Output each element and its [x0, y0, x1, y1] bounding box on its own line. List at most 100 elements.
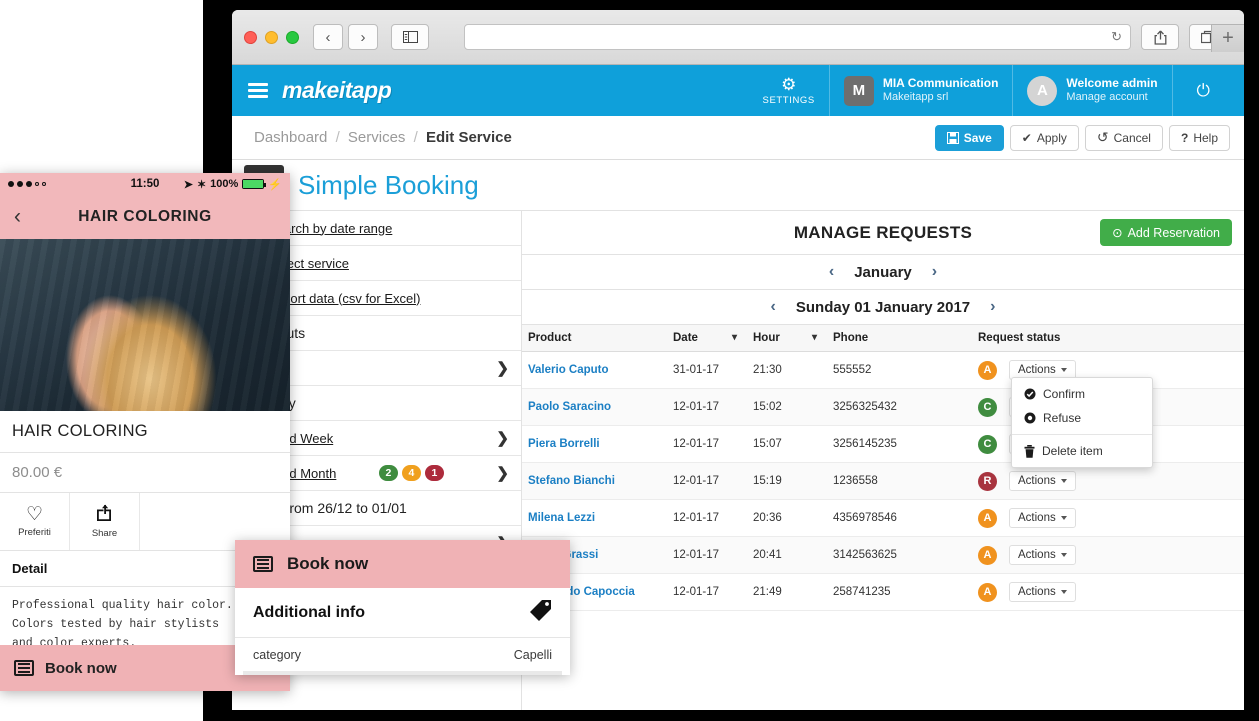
next-day-button[interactable]: ›	[990, 298, 995, 316]
product-hero-image	[0, 239, 290, 411]
minimize-window-icon[interactable]	[265, 31, 278, 44]
back-button[interactable]: ‹	[313, 24, 343, 50]
manage-account-link[interactable]: Manage account	[1066, 91, 1157, 105]
actions-button[interactable]: Actions	[1009, 471, 1076, 491]
actions-button[interactable]: Actions	[1009, 508, 1076, 528]
manage-requests-title: MANAGE REQUESTS	[794, 223, 972, 243]
overlay-bottom-strip	[243, 671, 562, 675]
floppy-disk-icon	[947, 132, 959, 144]
product-link[interactable]: Milena Lezzi	[528, 512, 595, 524]
maximize-window-icon[interactable]	[286, 31, 299, 44]
brand-logo[interactable]: makeitapp	[282, 77, 391, 104]
apply-button[interactable]: ✔ Apply	[1010, 125, 1079, 151]
additional-info-row-category: category Capelli	[235, 638, 570, 671]
sidebar-toggle-button[interactable]	[391, 24, 429, 50]
prev-day-button[interactable]: ‹	[771, 298, 776, 316]
settings-button[interactable]: ⚙ SETTINGS	[749, 65, 829, 116]
menu-item-confirm[interactable]: Confirm	[1012, 382, 1152, 406]
share-button[interactable]: Share	[70, 493, 140, 550]
actions-dropdown-menu[interactable]: Confirm Refuse	[1011, 377, 1153, 468]
menu-label-confirm: Confirm	[1043, 387, 1085, 401]
badge-confirmed-count: 2	[379, 465, 398, 481]
category-value: Capelli	[514, 648, 552, 662]
window-controls[interactable]	[244, 31, 299, 44]
add-reservation-button[interactable]: ⊙ Add Reservation	[1100, 219, 1232, 246]
table-row[interactable]: Milena Lezzi12-01-1720:364356978546AActi…	[522, 500, 1244, 537]
cell-date: 31-01-17	[667, 352, 747, 389]
screenshot-stage: ‹ › ↻	[0, 0, 1259, 721]
prev-month-button[interactable]: ‹	[829, 263, 834, 281]
cell-phone: 555552	[827, 352, 972, 389]
background-sheet-bottom-left	[0, 690, 203, 721]
address-bar[interactable]: ↻	[464, 24, 1131, 50]
sort-descending-icon[interactable]: ▾	[732, 332, 737, 343]
breadcrumb-dashboard[interactable]: Dashboard	[254, 129, 327, 146]
status-badge: A	[978, 583, 997, 602]
column-header-product[interactable]: Product	[522, 325, 667, 352]
apply-label: Apply	[1037, 131, 1067, 145]
menu-label-refuse: Refuse	[1043, 411, 1081, 425]
hamburger-menu-icon[interactable]	[248, 83, 268, 98]
battery-icon	[242, 179, 264, 189]
help-button[interactable]: ? Help	[1169, 125, 1230, 151]
favorite-button[interactable]: ♡ Preferiti	[0, 493, 70, 550]
overlay-book-now-button[interactable]: Book now	[235, 540, 570, 588]
product-link[interactable]: Paolo Saracino	[528, 401, 611, 413]
next-month-button[interactable]: ›	[932, 263, 937, 281]
overlay-book-now-label: Book now	[287, 554, 368, 574]
product-link[interactable]: Valerio Caputo	[528, 364, 609, 376]
cell-hour: 15:07	[747, 426, 827, 463]
breadcrumb: Dashboard / Services / Edit Service	[254, 129, 512, 146]
forward-button[interactable]: ›	[348, 24, 378, 50]
save-button[interactable]: Save	[935, 125, 1004, 151]
chevron-down-icon	[1061, 590, 1067, 594]
table-row[interactable]: Leonardo Capoccia12-01-1721:49258741235A…	[522, 574, 1244, 611]
product-price: 80.00 €	[12, 464, 278, 481]
month-navigator: ‹ January ›	[522, 255, 1244, 290]
logout-button[interactable]: ⏻	[1172, 65, 1234, 116]
menu-item-delete[interactable]: Delete item	[1012, 439, 1152, 463]
column-header-hour[interactable]: Hour▾	[747, 325, 827, 352]
cell-product: Stefano Bianchi	[522, 463, 667, 500]
cancel-label: Cancel	[1114, 131, 1151, 145]
table-row[interactable]: Paolo Grassi12-01-1720:413142563625AActi…	[522, 537, 1244, 574]
background-sheet-top-left	[0, 0, 203, 173]
column-label-phone: Phone	[833, 332, 868, 344]
table-row[interactable]: Stefano Bianchi12-01-1715:191236558RActi…	[522, 463, 1244, 500]
cell-phone: 3142563625	[827, 537, 972, 574]
breadcrumb-services[interactable]: Services	[348, 129, 406, 146]
table-header-row: Product Date▾ Hour▾ Phone Request status	[522, 325, 1244, 352]
column-header-date[interactable]: Date▾	[667, 325, 747, 352]
cell-hour: 15:19	[747, 463, 827, 500]
actions-button[interactable]: Actions	[1009, 545, 1076, 565]
cell-phone: 258741235	[827, 574, 972, 611]
column-header-request-status[interactable]: Request status	[972, 325, 1244, 352]
current-day-label: Sunday 01 January 2017	[796, 299, 970, 316]
product-link[interactable]: Stefano Bianchi	[528, 475, 615, 487]
user-account-menu[interactable]: A Welcome admin Manage account	[1012, 65, 1171, 116]
cell-phone: 1236558	[827, 463, 972, 500]
cell-phone: 3256145235	[827, 426, 972, 463]
actions-button[interactable]: Actions	[1009, 582, 1076, 602]
badge-pending-count: 4	[402, 465, 421, 481]
cell-hour: 20:41	[747, 537, 827, 574]
organization-selector[interactable]: M MIA Communication Makeitapp srl	[829, 65, 1013, 116]
sort-descending-icon[interactable]: ▾	[812, 332, 817, 343]
share-button[interactable]	[1141, 24, 1179, 50]
actions-label: Actions	[1018, 512, 1056, 524]
share-icon	[1154, 30, 1167, 45]
heart-icon: ♡	[26, 505, 43, 524]
cell-product: Valerio Caputo	[522, 352, 667, 389]
badge-refused-count: 1	[425, 465, 444, 481]
manage-requests-panel: MANAGE REQUESTS ⊙ Add Reservation ‹ Janu…	[522, 211, 1244, 710]
new-tab-button[interactable]: +	[1211, 24, 1244, 52]
sidebar-label-export-data[interactable]: Export data (csv for Excel)	[268, 291, 420, 306]
column-header-phone[interactable]: Phone	[827, 325, 972, 352]
menu-item-refuse[interactable]: Refuse	[1012, 406, 1152, 430]
cancel-button[interactable]: ↺ Cancel	[1085, 125, 1163, 151]
product-link[interactable]: Piera Borrelli	[528, 438, 600, 450]
chevron-right-icon: ❯	[496, 464, 509, 482]
reload-icon[interactable]: ↻	[1111, 29, 1122, 45]
close-window-icon[interactable]	[244, 31, 257, 44]
cell-hour: 15:02	[747, 389, 827, 426]
